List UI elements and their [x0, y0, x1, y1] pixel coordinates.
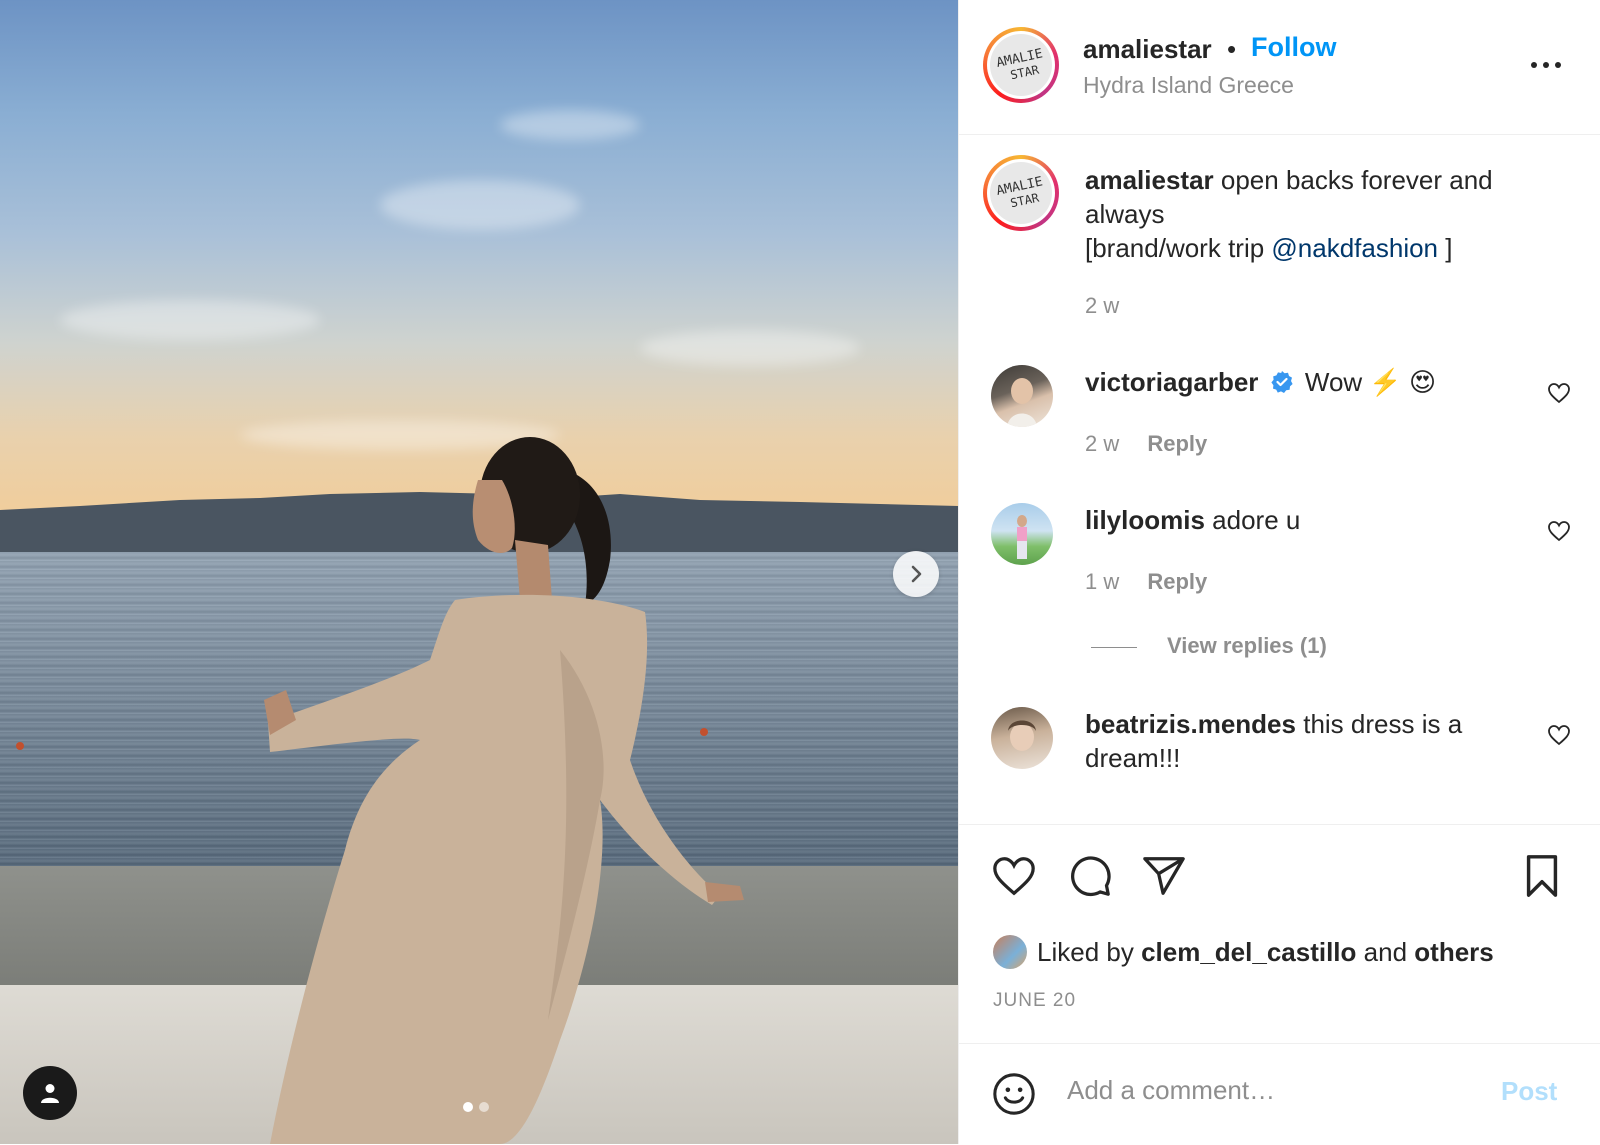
chevron-right-icon	[911, 565, 922, 583]
comment-time[interactable]: 1 w	[1085, 569, 1119, 594]
comment-input[interactable]	[1065, 1074, 1489, 1107]
caption-username[interactable]: amaliestar	[1085, 165, 1214, 195]
likes-summary: Liked by clem_del_castillo and others	[993, 935, 1494, 969]
liked-by-others[interactable]: others	[1414, 937, 1493, 968]
like-heart-icon[interactable]	[991, 853, 1037, 899]
like-comment-heart-icon[interactable]	[1547, 381, 1571, 405]
like-comment-heart-icon[interactable]	[1547, 723, 1571, 747]
comment: lilyloomis adore u	[1085, 503, 1300, 537]
comment-bubble-icon[interactable]	[1067, 853, 1113, 899]
location-link[interactable]: Hydra Island Greece	[1083, 72, 1294, 99]
add-comment-bar: Post	[959, 1043, 1600, 1145]
comment-username[interactable]: lilyloomis	[1085, 505, 1205, 535]
amaliestar-logo: AMALIE STAR	[995, 46, 1044, 82]
replies-divider	[1091, 647, 1137, 648]
comment-meta: 1 w Reply	[1085, 569, 1207, 595]
reply-button[interactable]: Reply	[1147, 431, 1207, 456]
comment-username[interactable]: victoriagarber	[1085, 367, 1258, 397]
reply-button[interactable]: Reply	[1147, 569, 1207, 594]
liked-by-avatar[interactable]	[993, 935, 1027, 969]
post-comment-button[interactable]: Post	[1501, 1076, 1557, 1107]
follow-button[interactable]: Follow	[1251, 32, 1336, 63]
verified-badge-icon	[1271, 371, 1293, 393]
share-send-icon[interactable]	[1141, 853, 1187, 899]
caption-avatar[interactable]: AMALIE STAR	[983, 155, 1059, 231]
slide-indicator	[463, 1102, 489, 1112]
next-slide-button[interactable]	[893, 551, 939, 597]
caption: amaliestar open backs forever and always…	[1085, 165, 1493, 263]
amaliestar-logo: AMALIE STAR	[995, 174, 1044, 210]
tagged-users-button[interactable]	[23, 1066, 77, 1120]
emoji-smiley-icon[interactable]	[991, 1071, 1037, 1117]
commenter-avatar[interactable]	[991, 707, 1053, 769]
comment-text: Wow ⚡️ 😍	[1304, 367, 1437, 397]
post-side-panel: AMALIE STAR amaliestar • Follow Hydra Is…	[958, 0, 1600, 1144]
comment-time[interactable]: 2 w	[1085, 431, 1119, 456]
more-options-icon[interactable]	[1529, 55, 1563, 75]
post-header: AMALIE STAR amaliestar • Follow Hydra Is…	[959, 0, 1600, 135]
commenter-avatar[interactable]	[991, 365, 1053, 427]
comment: victoriagarber Wow ⚡️ 😍	[1085, 365, 1436, 399]
save-bookmark-icon[interactable]	[1519, 853, 1565, 899]
comment-username[interactable]: beatrizis.mendes	[1085, 709, 1296, 739]
instagram-post: AMALIE STAR amaliestar • Follow Hydra Is…	[0, 0, 1600, 1144]
profile-avatar[interactable]: AMALIE STAR	[983, 27, 1059, 103]
post-photo[interactable]	[0, 0, 958, 1144]
mention-link[interactable]: @nakdfashion	[1271, 233, 1438, 263]
comment: beatrizis.mendes this dress is a dream!!…	[1085, 707, 1505, 775]
caption-time[interactable]: 2 w	[1085, 293, 1119, 319]
slide-dot	[479, 1102, 489, 1112]
like-comment-heart-icon[interactable]	[1547, 519, 1571, 543]
post-actions: Liked by clem_del_castillo and others JU…	[959, 824, 1600, 1043]
comment-text: adore u	[1212, 505, 1301, 535]
header-username[interactable]: amaliestar	[1083, 34, 1212, 65]
commenter-avatar[interactable]	[991, 503, 1053, 565]
header-separator: •	[1227, 34, 1237, 64]
view-replies-button[interactable]: View replies (1)	[1167, 633, 1327, 659]
slide-dot-active	[463, 1102, 473, 1112]
post-date[interactable]: JUNE 20	[993, 990, 1076, 1012]
woman-figure	[264, 437, 744, 1144]
comment-meta: 2 w Reply	[1085, 431, 1207, 457]
liked-by-user[interactable]: clem_del_castillo	[1141, 937, 1356, 968]
comments-section[interactable]: AMALIE STAR amaliestar open backs foreve…	[959, 135, 1600, 825]
user-icon	[41, 1084, 59, 1103]
